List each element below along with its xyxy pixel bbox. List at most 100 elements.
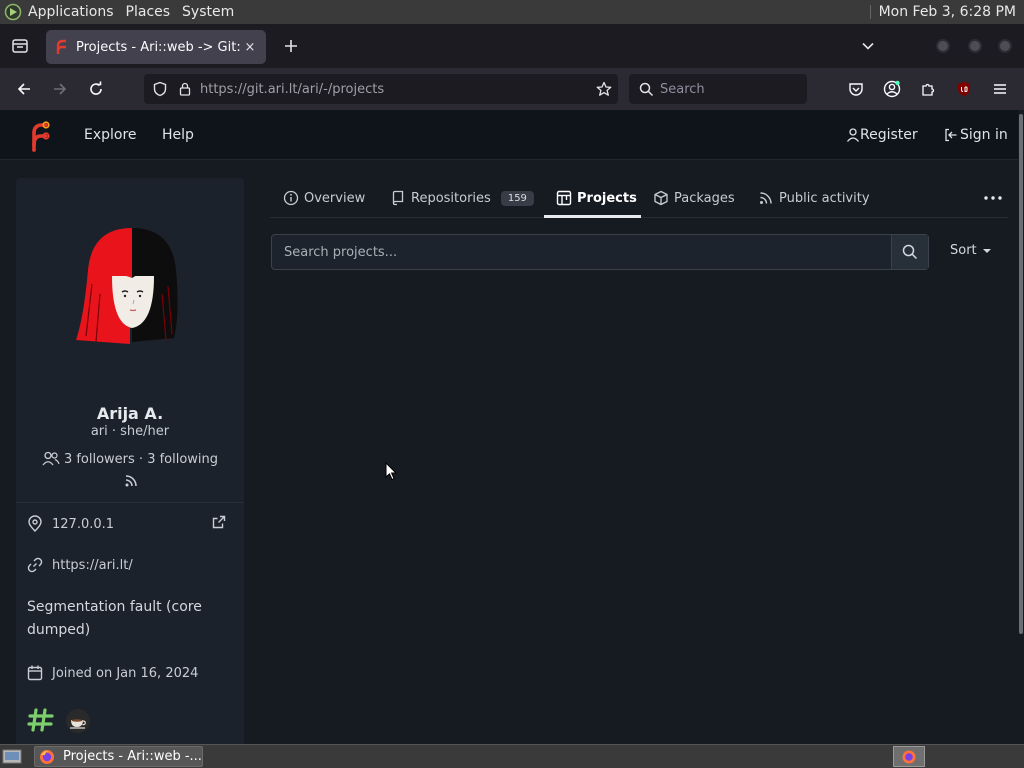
firefox-icon: [40, 749, 54, 764]
nav-explore-link[interactable]: Explore: [84, 127, 137, 143]
tab-packages-label: Packages: [674, 190, 735, 206]
tab-public-activity[interactable]: Public activity: [758, 178, 870, 218]
location-text: 127.0.0.1: [52, 516, 115, 532]
web-page: Explore Help Register Sign in Arija A. a…: [0, 110, 1024, 744]
sign-in-link[interactable]: Sign in: [944, 127, 1008, 143]
pocket-icon[interactable]: [843, 76, 869, 102]
project-search-button[interactable]: [891, 235, 928, 269]
rss-feed-icon[interactable]: [124, 474, 138, 488]
lock-icon[interactable]: [178, 82, 192, 96]
tab-overview[interactable]: Overview: [283, 178, 365, 218]
hamburger-menu-icon[interactable]: [987, 76, 1013, 102]
close-window-icon[interactable]: [998, 39, 1012, 53]
profile-bio: Segmentation fault (core dumped): [27, 599, 202, 638]
search-icon: [639, 82, 654, 96]
new-tab-icon[interactable]: [278, 33, 304, 59]
more-options-icon[interactable]: [982, 188, 1004, 208]
register-label: Register: [860, 127, 918, 143]
bottom-taskbar: Projects - Ari::web -...: [0, 744, 1024, 768]
hashtag-badge-icon[interactable]: [27, 708, 55, 732]
profile-handle: ari · she/her: [90, 424, 170, 439]
website-link[interactable]: https://ari.lt/: [52, 558, 133, 573]
repositories-count-badge: 159: [500, 190, 534, 206]
browser-nav-bar: https://git.ari.lt/ari/-/projects: [0, 68, 1024, 110]
mouse-cursor-icon: [385, 462, 397, 481]
extensions-icon[interactable]: [915, 76, 941, 102]
scrollbar-thumb[interactable]: [1019, 114, 1023, 634]
search-icon: [902, 244, 918, 260]
profile-display-name: Arija A.: [96, 404, 164, 423]
tab-projects-label: Projects: [577, 190, 637, 206]
package-icon: [654, 190, 668, 206]
sign-in-icon: [945, 128, 957, 142]
tab-public-activity-label: Public activity: [779, 190, 870, 206]
list-all-tabs-icon[interactable]: [855, 33, 881, 59]
profile-tabs: Overview Repositories 159 Projects Packa…: [270, 178, 1008, 218]
active-tab-indicator: [544, 215, 641, 218]
maximize-window-icon[interactable]: [968, 39, 982, 53]
url-bar[interactable]: https://git.ari.lt/ari/-/projects: [144, 74, 618, 104]
calendar-icon: [27, 665, 43, 681]
register-link[interactable]: Register: [846, 127, 918, 143]
forgejo-favicon-icon: [56, 39, 66, 54]
project-board-icon: [556, 190, 572, 206]
browser-tab-bar: Projects - Ari::web -> Git: Th ×: [0, 24, 1024, 68]
browser-search-input[interactable]: [660, 81, 790, 97]
gnome-top-panel: Applications Places System Mon Feb 3, 6:…: [0, 0, 1024, 24]
page-scrollbar[interactable]: [1018, 110, 1024, 744]
sort-label: Sort: [950, 243, 977, 258]
follow-stats[interactable]: 3 followers · 3 following: [16, 451, 244, 467]
firefox-icon: [902, 750, 916, 763]
tab-repositories[interactable]: Repositories 159: [390, 178, 534, 218]
tab-repositories-label: Repositories: [411, 190, 491, 206]
card-divider: [16, 502, 244, 503]
system-menu[interactable]: System: [176, 0, 240, 24]
panel-separator: [869, 5, 871, 19]
project-search-input[interactable]: [272, 235, 891, 269]
taskbar-window-title: Projects - Ari::web -...: [63, 749, 202, 764]
browser-tab-active[interactable]: Projects - Ari::web -> Git: Th ×: [46, 30, 266, 64]
bookmark-star-icon[interactable]: [596, 81, 612, 97]
firefox-view-icon[interactable]: [7, 33, 33, 59]
tab-projects[interactable]: Projects: [556, 178, 637, 218]
taskbar-window-button[interactable]: Projects - Ari::web -...: [34, 746, 203, 767]
follow-stats-text[interactable]: 3 followers · 3 following: [64, 452, 218, 467]
show-desktop-icon[interactable]: [2, 748, 22, 765]
tab-title: Projects - Ari::web -> Git: Th: [76, 39, 242, 55]
badge-row: [27, 708, 91, 734]
applications-menu-icon[interactable]: [4, 3, 22, 21]
project-search-bar: [271, 234, 929, 270]
nav-help-link[interactable]: Help: [162, 127, 194, 143]
coffee-badge-icon[interactable]: [65, 708, 91, 734]
ublock-origin-icon[interactable]: [951, 76, 977, 102]
sort-dropdown[interactable]: Sort: [950, 243, 991, 258]
joined-row: Joined on Jan 16, 2024: [26, 664, 198, 682]
chevron-down-icon: [982, 248, 991, 253]
tab-packages[interactable]: Packages: [653, 178, 735, 218]
joined-date: Joined on Jan 16, 2024: [52, 665, 199, 681]
location-row: 127.0.0.1: [26, 515, 114, 533]
applications-menu[interactable]: Applications: [22, 0, 120, 24]
sign-in-label: Sign in: [960, 127, 1008, 143]
link-icon: [27, 557, 43, 573]
back-icon[interactable]: [11, 76, 37, 102]
website-row[interactable]: https://ari.lt/: [26, 556, 133, 574]
forgejo-logo-icon[interactable]: [26, 120, 50, 152]
minimize-window-icon[interactable]: [936, 39, 950, 53]
tab-close-icon[interactable]: ×: [242, 39, 258, 55]
url-text[interactable]: https://git.ari.lt/ari/-/projects: [200, 82, 384, 97]
tab-overview-label: Overview: [304, 190, 366, 206]
tracking-protection-shield-icon[interactable]: [152, 81, 168, 97]
rss-icon: [760, 192, 772, 204]
workspace-switcher[interactable]: [893, 746, 925, 767]
reload-icon[interactable]: [83, 76, 109, 102]
profile-card: Arija A. ari · she/her 3 followers · 3 f…: [16, 178, 244, 744]
panel-clock[interactable]: Mon Feb 3, 6:28 PM: [879, 4, 1024, 20]
account-icon[interactable]: [879, 76, 905, 102]
external-link-icon[interactable]: [212, 515, 226, 529]
places-menu[interactable]: Places: [120, 0, 177, 24]
avatar[interactable]: [74, 224, 190, 352]
browser-search-bar[interactable]: [629, 74, 807, 104]
info-icon: [283, 190, 299, 206]
forward-icon[interactable]: [47, 76, 73, 102]
